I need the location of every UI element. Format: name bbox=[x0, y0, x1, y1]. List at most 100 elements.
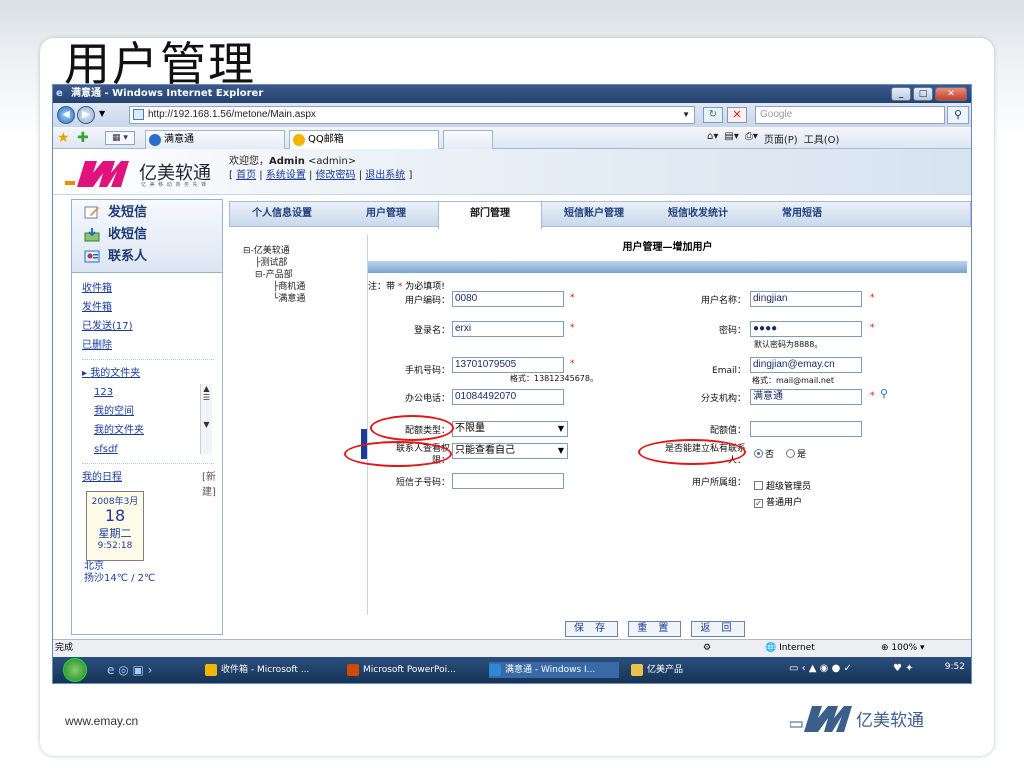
add-favorite-icon[interactable]: ✚ bbox=[77, 130, 89, 146]
ie-page-icon bbox=[149, 134, 161, 146]
tab-common-phrases[interactable]: 常用短语 bbox=[750, 202, 854, 226]
login-input[interactable]: erxi bbox=[452, 321, 564, 337]
zoom-icon: ⊕ bbox=[881, 643, 889, 653]
new-schedule-link[interactable]: [新建] bbox=[202, 468, 222, 498]
form-actions: 保 存 重 置 返 回 bbox=[565, 621, 745, 637]
sidebar-item-sent[interactable]: 已发送(17) bbox=[82, 317, 222, 336]
taskbar-item[interactable]: Microsoft PowerPoi... bbox=[347, 662, 467, 678]
quicklaunch-icons[interactable]: e ◎ ▣ › bbox=[107, 663, 152, 677]
sidebar-item-deleted[interactable]: 已删除 bbox=[82, 336, 222, 355]
tab-qqmail[interactable]: QQ邮箱 bbox=[289, 130, 439, 149]
email-input[interactable]: dingjian@emay.cn bbox=[750, 357, 862, 373]
search-input[interactable]: Google bbox=[755, 106, 945, 124]
refresh-icon[interactable]: ↻ bbox=[703, 107, 723, 123]
minimize-button[interactable]: _ bbox=[891, 87, 911, 101]
tools-menu[interactable]: 工具(O) bbox=[804, 131, 840, 146]
tray-icons[interactable]: ▭ ‹ ▲ ◉ ● ✓ bbox=[789, 663, 852, 674]
start-button[interactable] bbox=[63, 658, 87, 682]
zoom-control[interactable]: ⊕ 100% ▾ bbox=[881, 640, 925, 656]
user-name-input[interactable]: dingjian bbox=[750, 291, 862, 307]
taskbar-item[interactable]: 收件箱 - Microsoft ... bbox=[205, 662, 325, 678]
receive-sms-label: 收短信 bbox=[108, 227, 148, 242]
user-name-label: 用户名称： bbox=[700, 296, 746, 306]
taskbar-item[interactable]: 满意通 - Windows I... bbox=[489, 662, 619, 678]
private-no-radio[interactable]: 否 bbox=[754, 447, 774, 460]
internet-zone[interactable]: 🌐 Internet bbox=[765, 640, 815, 656]
tree-node-p1[interactable]: ├商机通 bbox=[243, 281, 363, 293]
brand-logo-icon bbox=[65, 161, 129, 187]
address-dropdown-icon[interactable]: ▼ bbox=[682, 107, 690, 123]
tree-node-p2[interactable]: └满意通 bbox=[243, 293, 363, 305]
private-yes-radio[interactable]: 是 bbox=[786, 447, 806, 460]
department-tree: ⊟-亿美软通 ├测试部 ⊟-产品部 ├商机通 └满意通 bbox=[243, 245, 363, 305]
sidebar-item-schedule[interactable]: 我的日程 bbox=[82, 468, 222, 487]
tab-manyitong[interactable]: 满意通 bbox=[145, 130, 285, 149]
receive-sms-button[interactable]: 收短信 bbox=[84, 224, 222, 246]
mobile-input[interactable]: 13701079505 bbox=[452, 357, 564, 373]
branch-input[interactable]: 满意通 bbox=[750, 389, 862, 405]
window-title: 满意通 - Windows Internet Explorer bbox=[71, 88, 264, 99]
save-button[interactable]: 保 存 bbox=[565, 621, 619, 637]
forward-icon[interactable]: ▶ bbox=[77, 106, 95, 124]
favorites-icon[interactable]: ★ bbox=[57, 130, 70, 146]
print-icon[interactable]: ⎙▾ bbox=[745, 131, 758, 146]
home-link[interactable]: 首页 bbox=[236, 170, 256, 181]
welcome-email: <admin> bbox=[304, 156, 357, 167]
tray-icons-right[interactable]: ♥ ✦ bbox=[893, 663, 914, 674]
sidebar-scrollbar[interactable]: ▲ ☰ ▼ bbox=[200, 384, 212, 454]
feeds-icon[interactable]: ▤▾ bbox=[724, 131, 738, 146]
pen-icon bbox=[84, 206, 99, 219]
close-button[interactable]: ✕ bbox=[935, 87, 967, 101]
taskbar-item-label: 收件箱 - Microsoft ... bbox=[221, 665, 310, 675]
send-sms-button[interactable]: 发短信 bbox=[84, 202, 222, 224]
quota-type-select[interactable]: 不限量 ▼ bbox=[452, 421, 568, 437]
stop-icon[interactable]: ✕ bbox=[727, 107, 747, 123]
tab-sms-statistics[interactable]: 短信收发统计 bbox=[646, 202, 750, 226]
taskbar-item[interactable]: 亿美产品 bbox=[631, 662, 731, 678]
contact-permission-select[interactable]: 只能查看自己 ▼ bbox=[452, 443, 568, 459]
back-icon[interactable]: ◀ bbox=[57, 106, 75, 124]
sidebar-item-my-folders[interactable]: ▸ 我的文件夹 bbox=[82, 364, 222, 383]
change-password-link[interactable]: 修改密码 bbox=[316, 170, 356, 181]
home-icon[interactable]: ⌂▾ bbox=[707, 131, 718, 146]
super-admin-checkbox[interactable]: 超级管理员 bbox=[754, 479, 811, 492]
tab-department-management[interactable]: 部门管理 bbox=[438, 202, 542, 229]
back-button[interactable]: 返 回 bbox=[691, 621, 745, 637]
password-input[interactable]: ●●●● bbox=[750, 321, 862, 337]
footer-logo-text: 亿美软通 bbox=[856, 711, 924, 731]
quota-value-label: 配额值： bbox=[709, 426, 746, 436]
reset-button[interactable]: 重 置 bbox=[628, 621, 682, 637]
quick-tabs-icon[interactable]: ▦ ▾ bbox=[105, 131, 135, 145]
office-phone-input[interactable]: 01084492070 bbox=[452, 389, 564, 405]
maximize-button[interactable]: □ bbox=[913, 87, 933, 101]
tab-personal-info[interactable]: 个人信息设置 bbox=[230, 202, 334, 226]
settings-link[interactable]: 系统设置 bbox=[266, 170, 306, 181]
search-icon[interactable]: ⚲ bbox=[947, 106, 969, 124]
search-branch-icon[interactable]: ⚲ bbox=[880, 387, 888, 400]
history-dropdown-icon[interactable]: ▼ bbox=[99, 109, 105, 118]
required-star: * bbox=[570, 359, 575, 369]
quota-value-input[interactable] bbox=[750, 421, 862, 437]
required-star: * bbox=[397, 282, 403, 292]
sidebar-item-inbox[interactable]: 收件箱 bbox=[82, 279, 222, 298]
folder-icon bbox=[631, 664, 643, 676]
logout-link[interactable]: 退出系统 bbox=[365, 170, 405, 181]
sidebar-item-outbox[interactable]: 发件箱 bbox=[82, 298, 222, 317]
normal-user-checkbox[interactable]: ✓ 普通用户 bbox=[754, 495, 802, 508]
password-hint: 默认密码为8888。 bbox=[754, 340, 823, 349]
add-user-form: 用户管理—增加用户 注：带 * 为必填项! 用户编码： 0080 * 用户名称：… bbox=[344, 235, 967, 615]
tree-node-product[interactable]: ⊟-产品部 bbox=[243, 269, 363, 281]
sms-subnumber-input[interactable] bbox=[452, 473, 564, 489]
contacts-button[interactable]: 联系人 bbox=[84, 246, 222, 268]
tab-sms-accounts[interactable]: 短信账户管理 bbox=[542, 202, 646, 226]
page-menu[interactable]: 页面(P) bbox=[764, 131, 798, 146]
address-input[interactable]: http://192.168.1.56/metone/Main.aspx ▼ bbox=[129, 106, 695, 124]
tree-node-test[interactable]: ├测试部 bbox=[243, 257, 363, 269]
tree-node-root[interactable]: ⊟-亿美软通 bbox=[243, 245, 363, 257]
weather-city: 北京 bbox=[84, 561, 104, 572]
required-star: * bbox=[570, 323, 575, 333]
user-code-input[interactable]: 0080 bbox=[452, 291, 564, 307]
tab-user-management[interactable]: 用户管理 bbox=[334, 202, 438, 226]
window-controls: _ □ ✕ bbox=[891, 87, 967, 101]
new-tab[interactable] bbox=[443, 130, 493, 149]
